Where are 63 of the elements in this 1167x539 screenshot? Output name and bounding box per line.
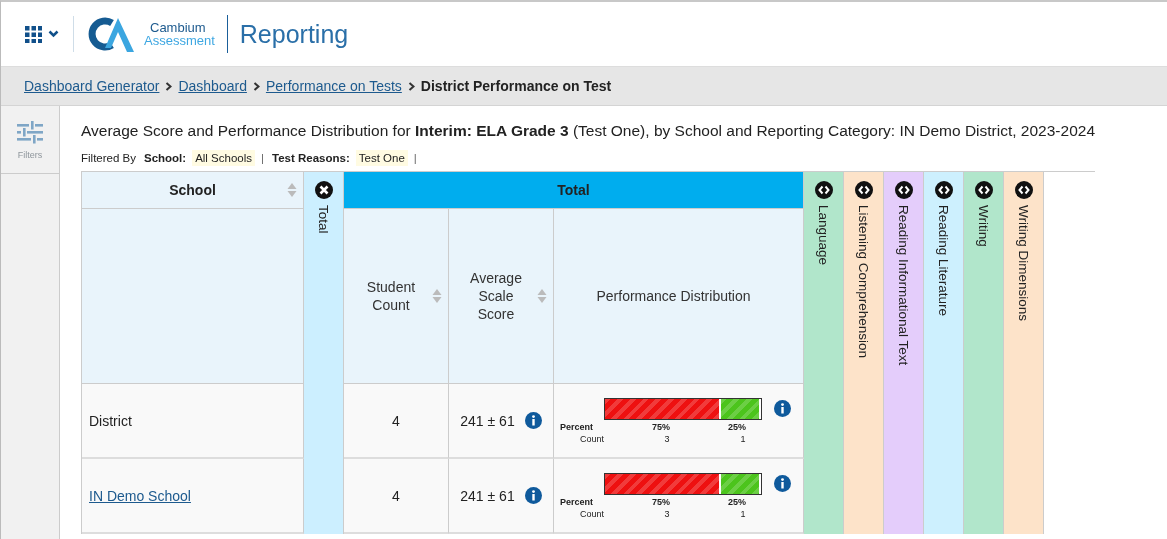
sliders-icon [17,119,43,144]
filter-value: Test One [355,150,408,166]
column-label: Writing Dimensions [1016,205,1031,322]
filter-value: All Schools [192,150,256,166]
column-label: Writing [976,205,991,247]
expand-icon[interactable] [1014,181,1033,199]
breadcrumb-link[interactable]: Performance on Tests [265,78,402,94]
column-label: Total [316,205,331,234]
filter-separator: | [413,152,417,164]
school-link[interactable]: IN Demo School [82,487,191,504]
average-score: 241 ± 61 [460,412,515,429]
close-icon[interactable] [314,181,333,199]
column-label: Reading Informational Text [896,205,911,366]
info-icon[interactable] [524,487,542,504]
filter-label: School: [143,152,187,164]
school-column-header[interactable]: School [82,172,304,209]
logo-name: Cambium [149,21,207,34]
info-icon[interactable] [774,400,791,417]
breadcrumb-link[interactable]: Dashboard [178,78,247,94]
breadcrumb-current: District Performance on Test [420,78,612,94]
expand-icon[interactable] [974,181,993,199]
filter-label: Test Reasons: [272,152,350,164]
count-value: 1 [739,508,747,519]
percent-value: 75% [651,421,671,432]
chevron-right-icon [252,81,260,91]
column-header: Performance Distribution [554,209,804,384]
expand-icon[interactable] [894,181,913,199]
chevron-right-icon [165,81,173,91]
student-count: 4 [392,412,400,429]
report-title: Average Score and Performance Distribution for Interim: ELA Grade 3 (Test One), by School and Reporting Category: IN Demo District, 2023-2024 [81,122,1095,140]
column-label: Reading Literature [936,205,951,317]
row-label: Percent [560,421,595,432]
group-header: Total [344,172,804,209]
percent-value: 25% [727,421,747,432]
school-name: District [88,412,132,429]
row-label: Count [578,508,605,519]
average-score: 241 ± 61 [460,487,515,504]
column-header[interactable]: Average Scale Score [449,209,554,384]
percent-value: 75% [651,496,671,507]
row-label: Count [578,433,605,444]
expand-icon[interactable] [934,181,953,199]
app-title: Reporting [238,19,349,49]
info-icon[interactable] [524,412,542,429]
chevron-down-icon [48,30,59,38]
count-value: 3 [663,508,671,519]
filter-prefix: Filtered By [81,152,136,164]
app-menu-button[interactable] [25,16,74,52]
expand-icon[interactable] [854,181,873,199]
chevron-right-icon [407,81,415,91]
column-header[interactable]: Student Count [344,209,449,384]
column-label: Language [816,205,831,266]
column-label: Listening Comprehension [856,205,871,359]
student-count: 4 [392,487,400,504]
count-value: 1 [739,433,747,444]
breadcrumb-link[interactable]: Dashboard Generator [24,78,160,94]
count-value: 3 [663,433,671,444]
info-icon[interactable] [774,475,791,492]
grid-icon [25,25,42,43]
logo-subname: Assessment [144,34,215,47]
expand-icon[interactable] [814,181,833,199]
percent-value: 25% [727,496,747,507]
row-label: Percent [560,496,595,507]
filter-separator: | [261,152,265,164]
